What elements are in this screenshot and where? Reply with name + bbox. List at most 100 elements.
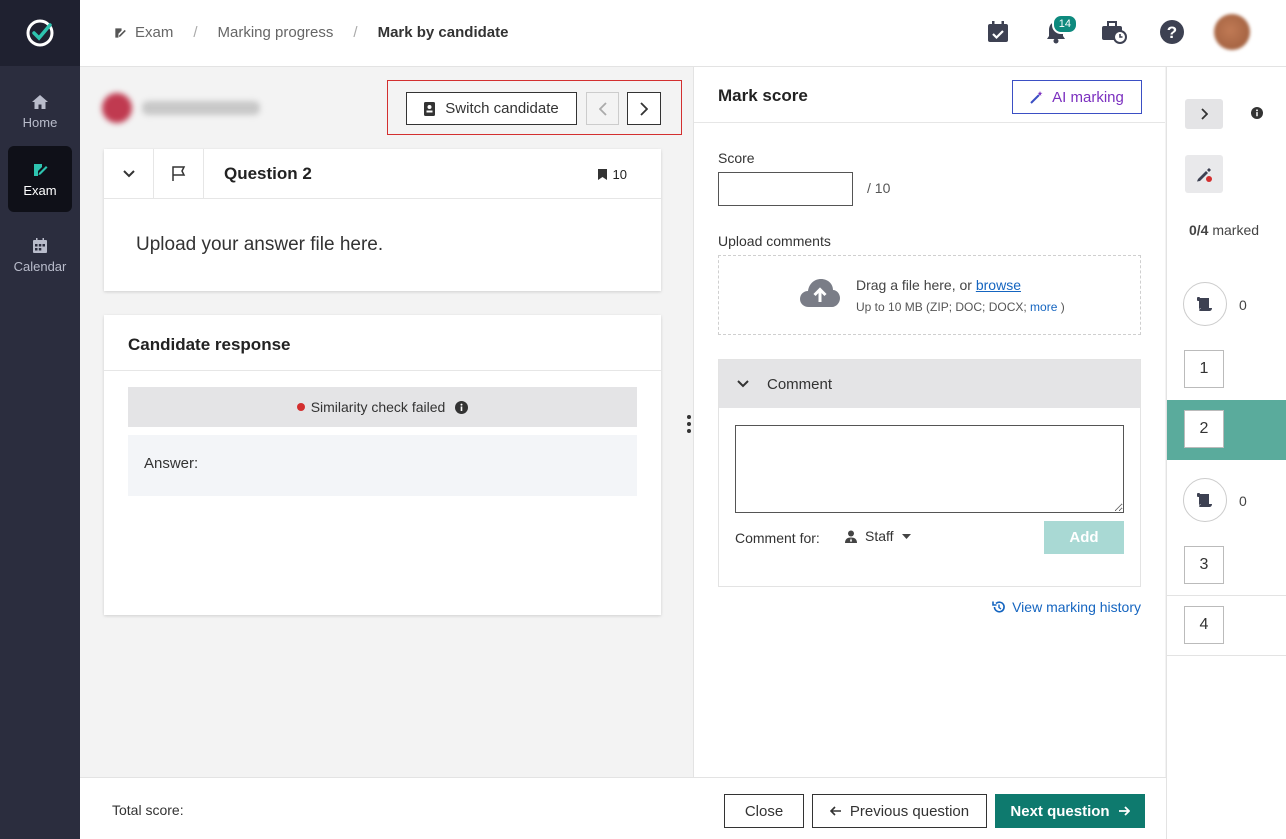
mark-score-panel: Mark score AI marking Score / 10 Upload …: [693, 67, 1165, 777]
jobs-button[interactable]: [1098, 16, 1130, 48]
breadcrumb-current: Mark by candidate: [377, 24, 509, 41]
scroll-icon: [1197, 297, 1212, 311]
response-title: Candidate response: [104, 315, 661, 371]
breadcrumb: Exam / Marking progress / Mark by candid…: [113, 24, 508, 41]
flag-icon: [171, 165, 185, 181]
similarity-status-text: Similarity check failed: [310, 399, 446, 415]
magic-wand-icon: [1030, 91, 1043, 104]
user-avatar[interactable]: [1214, 14, 1250, 50]
caret-down-icon: [901, 533, 911, 539]
question-nav-item-4[interactable]: 4: [1167, 596, 1286, 656]
question-nav-item-1[interactable]: 1: [1167, 340, 1286, 400]
similarity-status: Similarity check failed: [128, 387, 637, 427]
chevron-right-icon: [1200, 108, 1208, 120]
history-icon: [992, 601, 1005, 613]
notification-badge: 14: [1051, 14, 1078, 34]
arrow-left-icon: [829, 806, 841, 816]
question-header: Question 2 10: [104, 148, 661, 199]
marking-tool-button[interactable]: [1185, 155, 1223, 193]
exam-icon: [115, 27, 126, 38]
comment-section: Comment Comment for: Staff Add: [718, 359, 1141, 587]
help-button[interactable]: ?: [1156, 16, 1188, 48]
view-marking-history-link[interactable]: View marking history: [992, 599, 1141, 615]
breadcrumb-separator: /: [193, 24, 198, 41]
score-max: / 10: [867, 180, 891, 196]
browse-link[interactable]: browse: [976, 277, 1021, 293]
switch-candidate-button[interactable]: Switch candidate: [406, 92, 577, 125]
comment-toggle[interactable]: Comment: [719, 360, 1140, 408]
id-badge-icon: [424, 101, 436, 116]
breadcrumb-marking-progress[interactable]: Marking progress: [218, 24, 334, 41]
svg-text:?: ?: [1167, 23, 1177, 42]
schedule-button[interactable]: [982, 16, 1014, 48]
panel-resize-handle[interactable]: [686, 415, 692, 433]
next-question-button[interactable]: Next question: [995, 794, 1145, 828]
collapse-question-button[interactable]: [104, 148, 154, 199]
add-comment-button[interactable]: Add: [1044, 521, 1124, 554]
upload-text: Drag a file here, or: [856, 277, 976, 293]
marked-count: 0/4: [1189, 222, 1209, 238]
next-question-label: Next question: [1010, 802, 1110, 820]
question-number: 1: [1184, 350, 1224, 388]
upload-limit-end: ): [1060, 300, 1065, 314]
mark-score-header: Mark score AI marking: [694, 67, 1165, 123]
section-group-1[interactable]: [1183, 282, 1227, 326]
score-input[interactable]: [718, 172, 853, 206]
chevron-down-icon: [122, 169, 135, 177]
app-logo[interactable]: [0, 0, 80, 66]
marked-progress: 0/4 marked: [1189, 222, 1259, 238]
question-nav-item-3[interactable]: 3: [1167, 536, 1286, 596]
calendar-icon: [33, 237, 47, 253]
user-tie-icon: [845, 530, 857, 543]
breadcrumb-exam[interactable]: Exam: [135, 24, 173, 41]
previous-candidate-button[interactable]: [586, 92, 619, 125]
comment-label: Comment: [767, 375, 833, 393]
comment-audience-dropdown[interactable]: Staff: [845, 528, 911, 544]
candidate-response-card: Candidate response Similarity check fail…: [104, 315, 661, 615]
sidebar-item-exam[interactable]: Exam: [8, 146, 72, 212]
next-candidate-button[interactable]: [627, 92, 661, 125]
pen-icon: [1197, 168, 1212, 182]
question-navigator: 0/4 marked 0 1 2 0 3 4: [1166, 67, 1286, 839]
sidebar-item-label: Calendar: [13, 258, 67, 274]
question-card: Question 2 10 Upload your answer file he…: [104, 148, 661, 291]
ai-marking-label: AI marking: [1052, 88, 1124, 106]
question-nav-item-2[interactable]: 2: [1167, 400, 1286, 460]
sidebar-item-home[interactable]: Home: [8, 78, 72, 144]
chevron-left-icon: [598, 101, 607, 116]
notifications-button[interactable]: 14: [1040, 14, 1078, 48]
sidebar-item-calendar[interactable]: Calendar: [8, 222, 72, 288]
help-icon: ?: [1160, 20, 1184, 44]
section-group-2[interactable]: [1183, 478, 1227, 522]
comment-for-label: Comment for:: [735, 530, 820, 546]
calendar-check-icon: [988, 21, 1008, 42]
question-points: 10: [597, 167, 627, 182]
upload-comments-label: Upload comments: [718, 233, 831, 249]
previous-question-button[interactable]: Previous question: [812, 794, 987, 828]
question-points-value: 10: [612, 167, 627, 182]
mark-score-title: Mark score: [718, 86, 808, 105]
question-number: 4: [1184, 606, 1224, 644]
sidebar-item-label: Home: [22, 114, 58, 130]
section-group-2-count: 0: [1239, 493, 1247, 509]
sidebar: Home Exam Calendar: [0, 0, 80, 839]
info-icon[interactable]: [1251, 107, 1263, 119]
close-button[interactable]: Close: [724, 794, 804, 828]
score-label: Score: [718, 150, 755, 166]
upload-limit-text: Up to 10 MB (ZIP; DOC; DOCX;: [856, 300, 1031, 314]
expand-navigator-button[interactable]: [1185, 99, 1223, 129]
question-body: Upload your answer file here.: [136, 234, 384, 255]
bookmark-icon: [597, 169, 607, 180]
file-drop-zone[interactable]: Drag a file here, or browse Up to 10 MB …: [718, 255, 1141, 335]
top-header: Exam / Marking progress / Mark by candid…: [80, 0, 1286, 67]
chevron-right-icon: [640, 101, 648, 116]
scroll-icon: [1197, 493, 1212, 507]
more-formats-link[interactable]: more: [1030, 300, 1057, 314]
ai-marking-button[interactable]: AI marking: [1012, 80, 1142, 114]
history-label: View marking history: [1012, 599, 1141, 615]
info-icon[interactable]: [455, 400, 469, 414]
comment-textarea[interactable]: [735, 425, 1124, 513]
header-actions: 14 ?: [982, 14, 1250, 50]
answer-label: Answer:: [144, 455, 199, 472]
flag-question-button[interactable]: [154, 148, 204, 199]
